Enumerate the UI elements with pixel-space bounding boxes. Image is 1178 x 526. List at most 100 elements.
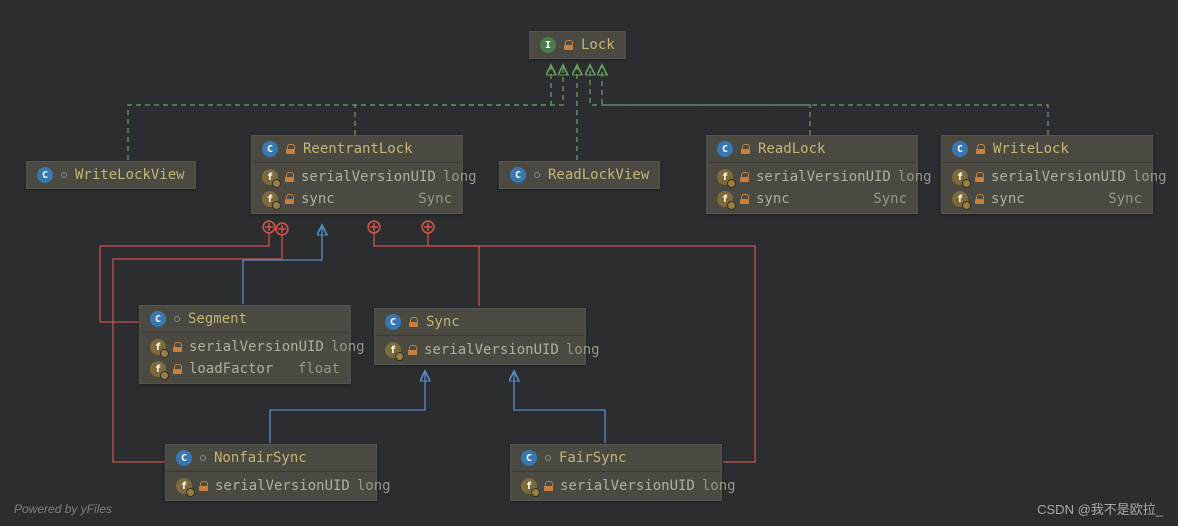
node-fields: f serialVersionUID long f sync Sync bbox=[942, 163, 1152, 213]
powered-by-label: Powered by yFiles bbox=[14, 502, 112, 516]
field-name: serialVersionUID bbox=[560, 478, 695, 494]
field-row: f serialVersionUID long bbox=[375, 339, 585, 361]
field-name: serialVersionUID bbox=[756, 169, 891, 185]
watermark-label: CSDN @我不是欧拉_ bbox=[1037, 499, 1163, 518]
field-row: f serialVersionUID long bbox=[707, 166, 917, 188]
lock-icon bbox=[564, 40, 573, 50]
node-nonfairsync[interactable]: C NonfairSync f serialVersionUID long bbox=[165, 444, 377, 501]
class-name: ReentrantLock bbox=[303, 141, 413, 157]
node-fields: f serialVersionUID long f loadFactor flo… bbox=[140, 333, 350, 383]
class-icon: C bbox=[521, 450, 537, 466]
field-name: serialVersionUID bbox=[424, 342, 559, 358]
field-icon: f bbox=[952, 169, 968, 185]
class-name: ReadLock bbox=[758, 141, 825, 157]
node-fields: f serialVersionUID long f sync Sync bbox=[252, 163, 462, 213]
node-header: C WriteLockView bbox=[27, 162, 195, 188]
class-icon: C bbox=[176, 450, 192, 466]
lock-icon bbox=[740, 194, 749, 204]
class-name: WriteLock bbox=[993, 141, 1069, 157]
field-type: long bbox=[566, 342, 600, 358]
node-readlockview[interactable]: C ReadLockView bbox=[499, 161, 660, 189]
lock-icon bbox=[173, 364, 182, 374]
node-header: C WriteLock bbox=[942, 136, 1152, 163]
field-icon: f bbox=[717, 191, 733, 207]
field-row: f loadFactor float bbox=[140, 358, 350, 380]
field-name: loadFactor bbox=[189, 361, 273, 377]
field-icon: f bbox=[262, 169, 278, 185]
field-name: sync bbox=[301, 191, 335, 207]
field-type: Sync bbox=[1108, 191, 1142, 207]
field-row: f sync Sync bbox=[252, 188, 462, 210]
lock-icon bbox=[285, 172, 294, 182]
field-name: sync bbox=[991, 191, 1025, 207]
field-row: f serialVersionUID long bbox=[252, 166, 462, 188]
node-reentrantlock[interactable]: C ReentrantLock f serialVersionUID long … bbox=[251, 135, 463, 214]
class-icon: C bbox=[952, 141, 968, 157]
node-header: C ReadLock bbox=[707, 136, 917, 163]
node-header: I Lock bbox=[530, 32, 625, 58]
class-icon: C bbox=[37, 167, 53, 183]
class-name: Sync bbox=[426, 314, 460, 330]
lock-icon bbox=[741, 144, 750, 154]
class-icon: C bbox=[717, 141, 733, 157]
field-name: serialVersionUID bbox=[991, 169, 1126, 185]
node-lock[interactable]: I Lock bbox=[529, 31, 626, 59]
class-name: Segment bbox=[188, 311, 247, 327]
field-name: serialVersionUID bbox=[189, 339, 324, 355]
field-type: Sync bbox=[418, 191, 452, 207]
lock-icon bbox=[409, 317, 418, 327]
field-type: long bbox=[1133, 169, 1167, 185]
field-icon: f bbox=[521, 478, 537, 494]
node-sync[interactable]: C Sync f serialVersionUID long bbox=[374, 308, 586, 365]
field-icon: f bbox=[176, 478, 192, 494]
node-readlock[interactable]: C ReadLock f serialVersionUID long f syn… bbox=[706, 135, 918, 214]
field-type: Sync bbox=[873, 191, 907, 207]
lock-icon bbox=[975, 194, 984, 204]
field-row: f serialVersionUID long bbox=[511, 475, 721, 497]
node-writelock[interactable]: C WriteLock f serialVersionUID long f sy… bbox=[941, 135, 1153, 214]
field-icon: f bbox=[952, 191, 968, 207]
field-type: long bbox=[331, 339, 365, 355]
dot-icon bbox=[200, 455, 206, 461]
field-type: long bbox=[443, 169, 477, 185]
dot-icon bbox=[545, 455, 551, 461]
class-name: Lock bbox=[581, 37, 615, 53]
lock-icon bbox=[975, 172, 984, 182]
node-header: C FairSync bbox=[511, 445, 721, 472]
field-name: serialVersionUID bbox=[301, 169, 436, 185]
field-name: sync bbox=[756, 191, 790, 207]
lock-icon bbox=[285, 194, 294, 204]
lock-icon bbox=[740, 172, 749, 182]
field-row: f serialVersionUID long bbox=[942, 166, 1152, 188]
node-fields: f serialVersionUID long bbox=[511, 472, 721, 500]
interface-icon: I bbox=[540, 37, 556, 53]
class-icon: C bbox=[262, 141, 278, 157]
diagram-canvas[interactable]: I Lock C WriteLockView C ReentrantLock f… bbox=[0, 0, 1178, 526]
lock-icon bbox=[544, 481, 553, 491]
node-header: C NonfairSync bbox=[166, 445, 376, 472]
class-icon: C bbox=[385, 314, 401, 330]
node-writelockview[interactable]: C WriteLockView bbox=[26, 161, 196, 189]
field-row: f serialVersionUID long bbox=[166, 475, 376, 497]
field-icon: f bbox=[150, 339, 166, 355]
lock-icon bbox=[199, 481, 208, 491]
field-name: serialVersionUID bbox=[215, 478, 350, 494]
node-fields: f serialVersionUID long f sync Sync bbox=[707, 163, 917, 213]
node-fairsync[interactable]: C FairSync f serialVersionUID long bbox=[510, 444, 722, 501]
class-name: WriteLockView bbox=[75, 167, 185, 183]
field-type: long bbox=[357, 478, 391, 494]
field-icon: f bbox=[717, 169, 733, 185]
node-fields: f serialVersionUID long bbox=[375, 336, 585, 364]
field-type: float bbox=[298, 361, 340, 377]
lock-icon bbox=[408, 345, 417, 355]
field-row: f sync Sync bbox=[942, 188, 1152, 210]
node-header: C Segment bbox=[140, 306, 350, 333]
dot-icon bbox=[174, 316, 180, 322]
node-header: C ReentrantLock bbox=[252, 136, 462, 163]
class-icon: C bbox=[510, 167, 526, 183]
node-segment[interactable]: C Segment f serialVersionUID long f load… bbox=[139, 305, 351, 384]
field-row: f serialVersionUID long bbox=[140, 336, 350, 358]
lock-icon bbox=[286, 144, 295, 154]
class-icon: C bbox=[150, 311, 166, 327]
field-icon: f bbox=[150, 361, 166, 377]
